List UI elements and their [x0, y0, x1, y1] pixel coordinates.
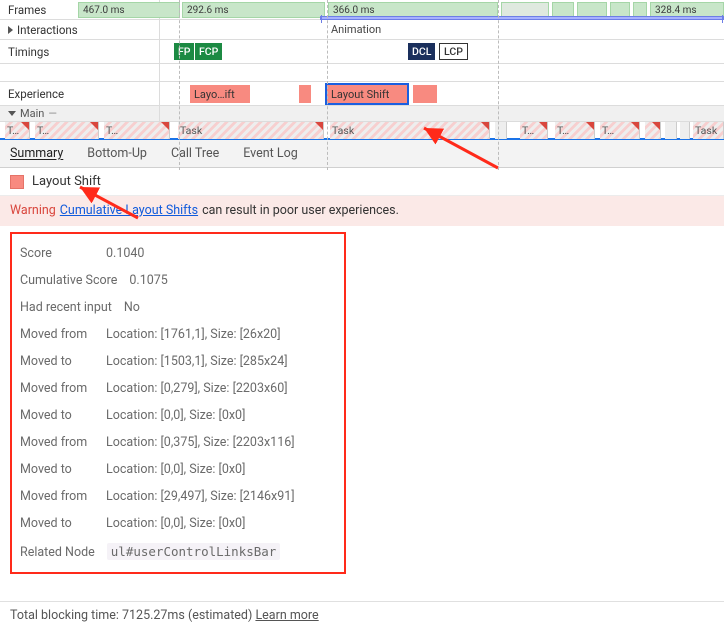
animation-bar[interactable] [320, 16, 724, 20]
moved-to-label: Moved to [20, 462, 94, 477]
details-panel: Score 0.1040 Cumulative Score 0.1075 Had r… [10, 232, 346, 574]
layout-shift-block[interactable] [413, 85, 437, 103]
moved-from-label: Moved from [20, 435, 94, 450]
main-track: Main — [0, 106, 724, 122]
panel-title: Layout Shift [0, 168, 724, 196]
score-value: 0.1040 [106, 246, 144, 261]
moved-to-label: Moved to [20, 354, 94, 369]
cumulative-score-value: 0.1075 [129, 273, 167, 288]
related-node-label: Related Node [20, 545, 95, 560]
lcp-badge[interactable]: LCP [439, 43, 468, 60]
score-label: Score [20, 246, 94, 261]
recent-input-label: Had recent input [20, 300, 112, 315]
collapse-icon[interactable] [8, 111, 16, 116]
task-block[interactable]: Task [693, 122, 724, 139]
timings-track: Timings FP FCP DCL LCP [0, 40, 724, 64]
interactions-track: Interactions Animation [0, 20, 724, 40]
moved-from-value: Location: [29,497], Size: [2146x91] [106, 489, 295, 504]
moved-from-value: Location: [1761,1], Size: [26x20] [106, 327, 281, 342]
task-block[interactable]: Task [178, 122, 324, 139]
moved-from-label: Moved from [20, 381, 94, 396]
moved-to-label: Moved to [20, 516, 94, 531]
moved-to-value: Location: [0,0], Size: [0x0] [106, 462, 245, 477]
fp-badge[interactable]: FP [174, 43, 194, 60]
layout-shift-block[interactable] [299, 85, 311, 103]
moved-to-value: Location: [0,0], Size: [0x0] [106, 516, 245, 531]
moved-from-value: Location: [0,375], Size: [2203x116] [106, 435, 295, 450]
warning-link[interactable]: Cumulative Layout Shifts [60, 202, 198, 220]
timings-label: Timings [0, 40, 160, 63]
details-tabs: Summary Bottom-Up Call Tree Event Log [0, 140, 724, 168]
task-block[interactable] [495, 122, 507, 139]
layout-shift-swatch-icon [10, 175, 24, 189]
task-block[interactable]: T… [555, 122, 595, 139]
moved-from-label: Moved from [20, 489, 94, 504]
experience-label: Experience [0, 82, 160, 105]
layout-shift-block-selected[interactable]: Layout Shift [327, 85, 407, 103]
cumulative-score-label: Cumulative Score [20, 273, 117, 288]
frame-block[interactable]: 292.6 ms [182, 2, 325, 18]
recent-input-value: No [124, 300, 140, 315]
moved-to-label: Moved to [20, 408, 94, 423]
tab-bottom-up[interactable]: Bottom-Up [87, 146, 147, 161]
expander-icon[interactable] [8, 26, 13, 34]
moved-from-value: Location: [0,279], Size: [2203x60] [106, 381, 288, 396]
tab-event-log[interactable]: Event Log [243, 146, 298, 161]
animation-label: Animation [328, 23, 384, 37]
moved-from-label: Moved from [20, 327, 94, 342]
moved-to-value: Location: [0,0], Size: [0x0] [106, 408, 245, 423]
task-block[interactable]: T… [5, 122, 30, 139]
task-block[interactable]: T… [104, 122, 170, 139]
dcl-badge[interactable]: DCL [408, 43, 435, 60]
warning-bar: Warning Cumulative Layout Shifts can res… [0, 196, 724, 226]
interactions-label: Interactions [0, 20, 160, 39]
task-block[interactable]: T… [600, 122, 640, 139]
task-block[interactable] [680, 122, 690, 139]
learn-more-link[interactable]: Learn more [255, 608, 318, 623]
related-node-value[interactable]: ul#userControlLinksBar [107, 543, 281, 560]
moved-to-value: Location: [1503,1], Size: [285x24] [106, 354, 288, 369]
experience-track: Experience Layo…ift Layout Shift [0, 82, 724, 106]
warning-label: Warning [10, 202, 56, 220]
task-block[interactable] [665, 122, 677, 139]
task-block[interactable]: T… [520, 122, 548, 139]
fcp-badge[interactable]: FCP [195, 43, 222, 60]
tab-summary[interactable]: Summary [10, 146, 63, 161]
frame-block[interactable]: 467.0 ms [78, 2, 180, 18]
warning-rest: can result in poor user experiences. [202, 202, 399, 220]
footer: Total blocking time: 7125.27ms (estimate… [0, 601, 724, 629]
spacer-track [0, 64, 724, 82]
task-block[interactable]: Task [330, 122, 490, 139]
blocking-time-text: Total blocking time: 7125.27ms (estimate… [10, 608, 252, 623]
layout-shift-block[interactable]: Layo…ift [190, 85, 250, 103]
task-block[interactable]: T… [35, 122, 99, 139]
task-block[interactable] [645, 122, 661, 139]
tasks-track: T… T… T… Task Task T… T… T… Task [0, 122, 724, 140]
